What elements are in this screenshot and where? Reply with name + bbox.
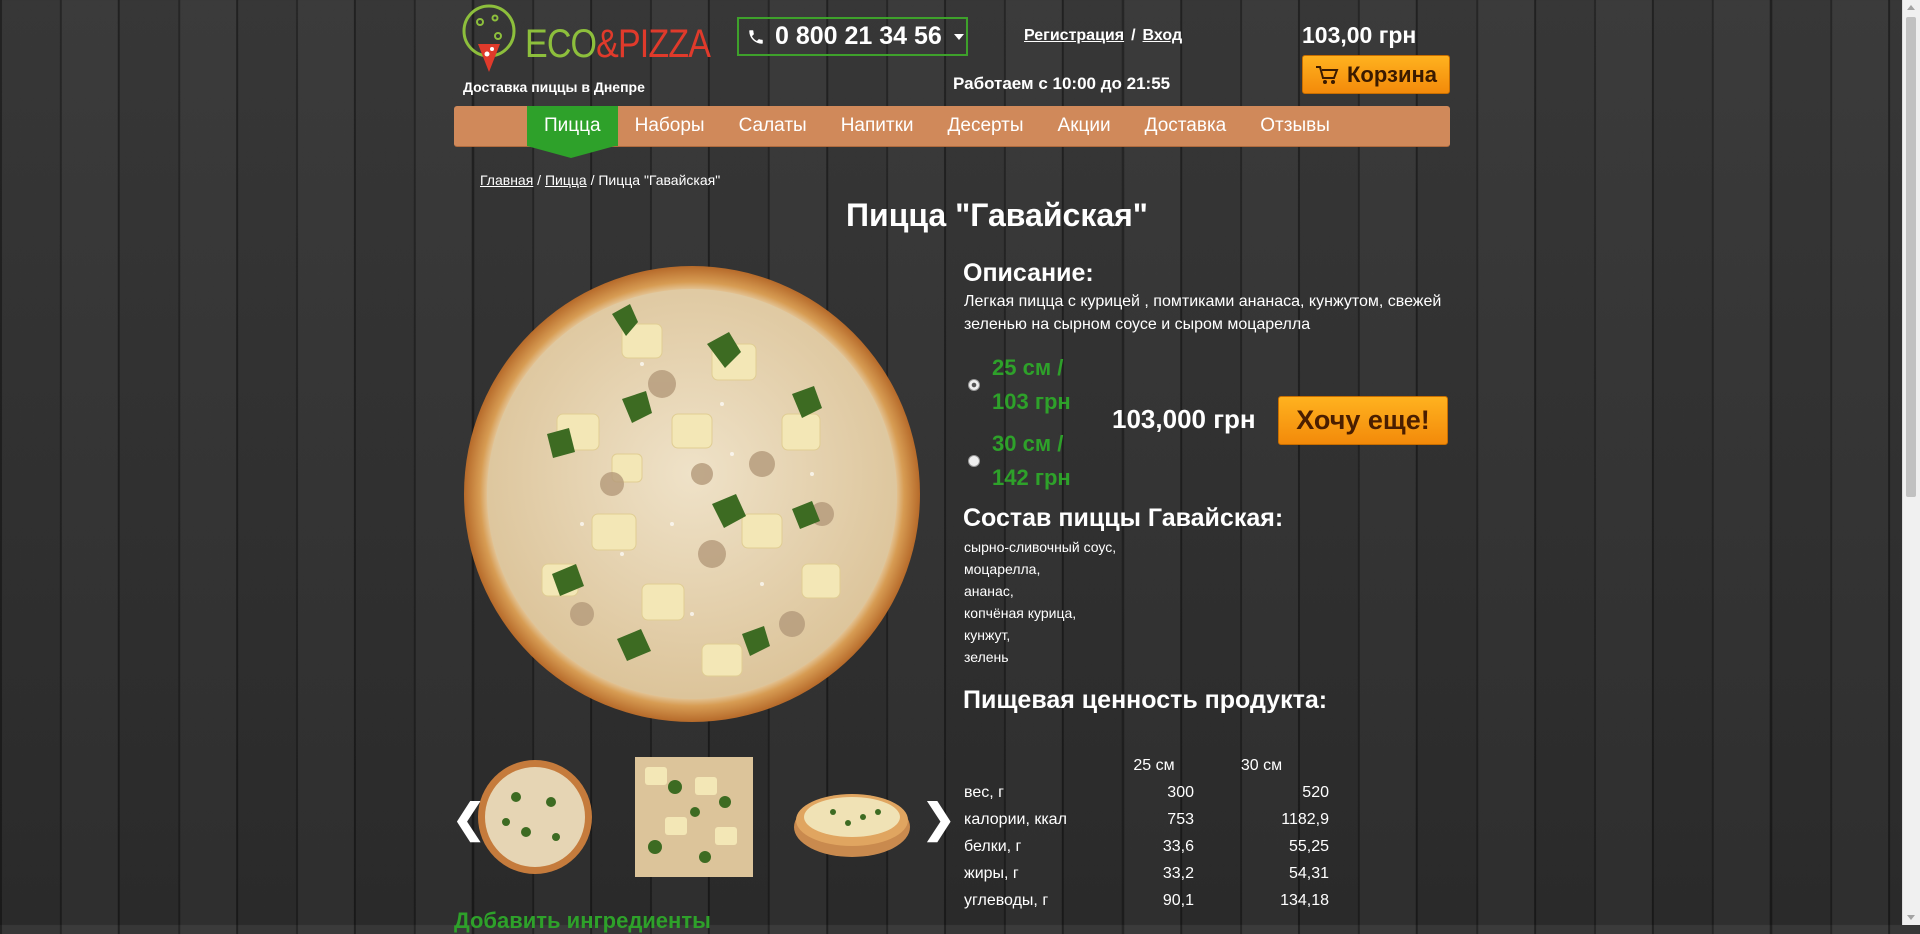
table-header-row: 25 см 30 см	[964, 752, 1329, 779]
description-text: Легкая пицца с курицей , помтиками анана…	[964, 293, 1442, 333]
size-price: 103 грн	[992, 389, 1071, 414]
composition-heading: Состав пиццы Гавайская:	[963, 504, 1284, 532]
table-cell: углеводы, г	[964, 891, 1049, 909]
table-cell: белки, г	[964, 837, 1022, 855]
ingredient: зелень	[964, 649, 1009, 665]
table-cell: 1182,9	[1281, 810, 1329, 828]
size-label: 25 см /	[992, 355, 1064, 380]
table-cell: калории, ккал	[964, 810, 1067, 828]
cart-button[interactable]: Корзина	[1302, 55, 1450, 94]
phone-icon	[749, 29, 763, 44]
breadcrumb-sep: /	[586, 172, 599, 188]
logo-pizza: PIZZA	[617, 22, 711, 66]
gallery-thumb[interactable]	[793, 757, 911, 877]
table-row: жиры, г 33,2 54,31	[964, 860, 1329, 887]
register-link[interactable]: Регистрация	[1024, 27, 1124, 44]
nutrition-heading: Пищевая ценность продукта:	[963, 686, 1328, 714]
composition-list: сырно-сливочный соус, моцарелла, ананас,…	[964, 536, 1116, 668]
add-extras-heading: Добавить ингредиенты	[454, 908, 711, 933]
pizza-logo-icon	[462, 4, 516, 72]
gallery-thumb[interactable]	[476, 757, 594, 877]
table-cell: жиры, г	[964, 864, 1019, 882]
size-radio[interactable]	[968, 455, 980, 467]
ingredient: моцарелла,	[964, 561, 1041, 577]
logo-amp: &	[596, 22, 619, 66]
phone-dropdown[interactable]: 0 800 21 34 56	[737, 17, 968, 56]
logo-wordmark: ECO&PIZZA	[525, 22, 711, 67]
size-label: 30 см /	[992, 431, 1064, 456]
breadcrumb-current: Пицца "Гавайская"	[598, 172, 721, 188]
nav-item-sets[interactable]: Наборы	[618, 106, 722, 146]
nav-item-promotions[interactable]: Акции	[1041, 106, 1128, 146]
table-header-cell: 25 см	[1133, 756, 1175, 774]
breadcrumb-sep: /	[533, 172, 545, 188]
nav-item-delivery[interactable]: Доставка	[1128, 106, 1244, 146]
table-cell: 54,31	[1288, 864, 1329, 882]
login-link[interactable]: Вход	[1143, 27, 1183, 44]
table-header-cell	[964, 752, 1114, 779]
auth-separator: /	[1131, 27, 1136, 44]
pizza-main-image[interactable]	[462, 264, 922, 724]
nav-item-pizza[interactable]: Пицца	[527, 106, 618, 158]
description-heading: Описание:	[963, 259, 1094, 287]
phone-number: 0 800 21 34 56	[775, 22, 942, 50]
size-option-25[interactable]: 25 см / 103 грн	[968, 351, 1071, 419]
table-row: калории, ккал 753 1182,9	[964, 806, 1329, 833]
page-scrollbar[interactable]	[1902, 0, 1920, 925]
nav-item-salads[interactable]: Салаты	[722, 106, 824, 146]
auth-links: Регистрация / Вход	[1024, 27, 1182, 45]
cart-label: Корзина	[1347, 61, 1437, 87]
logo-eco: ECO	[525, 22, 597, 66]
ingredient: ананас,	[964, 583, 1014, 599]
table-cell: 33,2	[1162, 864, 1194, 882]
gallery-next-icon[interactable]: ❯	[922, 796, 956, 842]
page-title: Пицца "Гавайская"	[846, 197, 1148, 233]
table-cell: 300	[1167, 783, 1194, 801]
gallery-thumb[interactable]	[635, 757, 753, 877]
table-cell: 520	[1302, 783, 1329, 801]
nutrition-table: 25 см 30 см вес, г 300 520 калории, ккал…	[964, 752, 1329, 914]
table-cell: 753	[1167, 810, 1194, 828]
site-tagline: Доставка пиццы в Днепре	[463, 79, 645, 95]
ingredient: сырно-сливочный соус,	[964, 539, 1117, 555]
nav-item-desserts[interactable]: Десерты	[931, 106, 1041, 146]
table-cell: 55,25	[1288, 837, 1329, 855]
table-header-cell: 30 см	[1240, 756, 1283, 774]
cart-total: 103,00 грн	[1302, 22, 1417, 48]
table-cell: 33,6	[1162, 837, 1194, 855]
table-cell: 90,1	[1162, 891, 1194, 909]
nav-item-reviews[interactable]: Отзывы	[1243, 106, 1347, 146]
breadcrumb-home[interactable]: Главная	[480, 172, 533, 188]
size-option-30[interactable]: 30 см / 142 грн	[968, 427, 1071, 495]
table-row: вес, г 300 520	[964, 779, 1329, 806]
chevron-down-icon	[953, 33, 964, 40]
breadcrumb: Главная / Пицца / Пицца "Гавайская"	[480, 172, 720, 188]
ingredient: копчёная курица,	[964, 605, 1077, 621]
nav-item-drinks[interactable]: Напитки	[824, 106, 931, 146]
size-radio[interactable]	[968, 379, 980, 391]
breadcrumb-category[interactable]: Пицца	[545, 172, 587, 188]
scroll-down-icon[interactable]	[1907, 915, 1915, 920]
product-price: 103,000 грн	[1112, 404, 1256, 434]
scrollbar-thumb[interactable]	[1906, 17, 1916, 497]
working-hours: Работаем с 10:00 до 21:55	[953, 74, 1171, 93]
cart-icon	[1316, 65, 1339, 84]
site-logo[interactable]: ECO&PIZZA	[460, 4, 711, 82]
table-cell: вес, г	[964, 783, 1004, 801]
table-row: углеводы, г 90,1 134,18	[964, 887, 1329, 914]
table-row: белки, г 33,6 55,25	[964, 833, 1329, 860]
size-price: 142 грн	[992, 465, 1071, 490]
table-cell: 134,18	[1280, 891, 1329, 909]
add-to-cart-button[interactable]: Хочу еще!	[1278, 396, 1448, 445]
main-nav: Пицца Наборы Салаты Напитки Десерты Акци…	[454, 106, 1450, 158]
ingredient: кунжут,	[964, 627, 1011, 643]
scroll-up-icon[interactable]	[1907, 5, 1915, 10]
